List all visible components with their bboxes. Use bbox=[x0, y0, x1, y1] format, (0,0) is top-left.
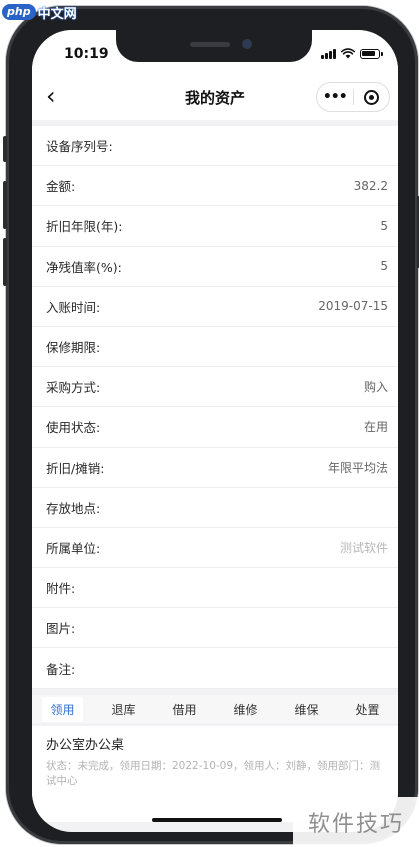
field-label: 图片: bbox=[46, 621, 76, 637]
site-logo: php 中文网 bbox=[2, 2, 77, 22]
status-time: 10:19 bbox=[64, 46, 109, 62]
field-depreciation-method: 折旧/摊销: 年限平均法 bbox=[32, 447, 398, 488]
field-serial-number: 设备序列号: bbox=[32, 126, 398, 167]
volume-down-button bbox=[3, 238, 7, 286]
field-label: 折旧/摊销: bbox=[46, 460, 105, 476]
field-value: 年限平均法 bbox=[327, 460, 388, 475]
field-value: 2019-07-15 bbox=[318, 299, 388, 314]
field-label: 保修期限: bbox=[46, 340, 101, 356]
field-storage-location: 存放地点: bbox=[32, 487, 398, 528]
record-info: 状态：未完成，领用日期：2022-10-09，领用人：刘静，领用部门：测试中心 bbox=[46, 760, 381, 787]
camera bbox=[242, 39, 252, 49]
stage: php 中文网 10:19 ‹ 我的资产 ••• 设备序列号: 金额: 382.… bbox=[0, 0, 419, 847]
field-depreciation-years: 折旧年限(年): 5 bbox=[32, 206, 398, 247]
phone-frame: 10:19 ‹ 我的资产 ••• 设备序列号: 金额: 382.2 折旧年限(年… bbox=[3, 6, 419, 844]
field-label: 所属单位: bbox=[46, 540, 101, 556]
field-usage-status: 使用状态: 在用 bbox=[32, 407, 398, 448]
field-value: 购入 bbox=[363, 380, 388, 395]
field-label: 使用状态: bbox=[46, 420, 101, 436]
navbar: ‹ 我的资产 ••• bbox=[32, 74, 398, 120]
field-label: 采购方式: bbox=[46, 380, 101, 396]
field-label: 备注: bbox=[46, 661, 76, 677]
tab-return[interactable]: 退库 bbox=[103, 697, 143, 722]
status-icons bbox=[321, 48, 383, 59]
tab-borrow[interactable]: 借用 bbox=[164, 697, 204, 722]
watermark-text: 软件技巧 bbox=[307, 812, 404, 837]
wifi-icon bbox=[341, 48, 355, 59]
site-logo-cn: 中文网 bbox=[37, 6, 77, 22]
site-logo-php: php bbox=[2, 4, 36, 20]
field-owning-unit: 所属单位: 测试软件 bbox=[32, 527, 398, 569]
field-warranty-period: 保修期限: bbox=[32, 326, 398, 368]
notch bbox=[116, 30, 312, 62]
signal-icon bbox=[321, 48, 336, 59]
field-value: 5 bbox=[380, 218, 388, 233]
field-residual-rate: 净残值率(%): 5 bbox=[32, 246, 398, 287]
record-name: 办公室办公桌 bbox=[46, 738, 125, 753]
tab-disposal[interactable]: 处置 bbox=[347, 697, 387, 722]
field-label: 入账时间: bbox=[46, 299, 101, 315]
home-indicator[interactable] bbox=[152, 818, 282, 822]
asset-detail-list: 设备序列号: 金额: 382.2 折旧年限(年): 5 净残值率(%): 5 入… bbox=[32, 126, 398, 689]
record-tabs: 领用 退库 借用 维修 维保 处置 bbox=[32, 695, 398, 723]
field-attachment[interactable]: 附件: bbox=[32, 568, 398, 609]
field-value: 5 bbox=[380, 259, 388, 274]
target-circle-icon bbox=[363, 89, 379, 105]
field-label: 金额: bbox=[46, 179, 76, 195]
field-label: 附件: bbox=[46, 581, 76, 597]
tab-maintenance[interactable]: 维保 bbox=[286, 697, 326, 722]
field-image[interactable]: 图片: bbox=[32, 608, 398, 649]
speaker bbox=[190, 42, 230, 47]
field-value: 在用 bbox=[363, 420, 388, 435]
close-mini-program-button[interactable] bbox=[354, 89, 390, 105]
mute-switch bbox=[3, 136, 7, 162]
field-entry-date: 入账时间: 2019-07-15 bbox=[32, 286, 398, 327]
field-value: 测试软件 bbox=[339, 540, 388, 555]
field-value: 382.2 bbox=[353, 178, 388, 193]
field-label: 存放地点: bbox=[46, 500, 101, 516]
phone-screen: 10:19 ‹ 我的资产 ••• 设备序列号: 金额: 382.2 折旧年限(年… bbox=[32, 30, 398, 832]
more-dots-icon[interactable]: ••• bbox=[317, 89, 353, 105]
watermark: 软件技巧 bbox=[293, 797, 419, 847]
tab-repair[interactable]: 维修 bbox=[225, 697, 265, 722]
field-purchase-method: 采购方式: 购入 bbox=[32, 367, 398, 408]
tab-issue[interactable]: 领用 bbox=[42, 696, 83, 722]
battery-icon bbox=[360, 48, 383, 59]
field-label: 净残值率(%): bbox=[46, 259, 122, 275]
field-label: 折旧年限(年): bbox=[46, 219, 123, 235]
field-amount: 金额: 382.2 bbox=[32, 166, 398, 207]
mini-program-capsule: ••• bbox=[316, 82, 390, 112]
volume-up-button bbox=[3, 181, 7, 229]
field-remarks: 备注: bbox=[32, 648, 398, 689]
field-label: 设备序列号: bbox=[46, 139, 113, 155]
